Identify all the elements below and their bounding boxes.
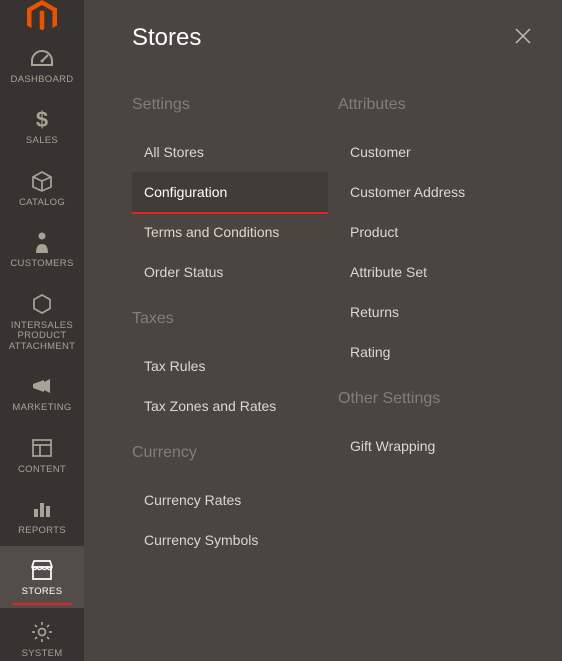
nav-label: STORES [20,587,65,597]
nav-catalog[interactable]: CATALOG [0,157,84,218]
section-heading-attributes: Attributes [338,96,534,114]
menu-link-rating[interactable]: Rating [338,332,534,372]
dollar-icon: $ [33,106,51,132]
menu-link-terms-and-conditions[interactable]: Terms and Conditions [132,212,328,252]
menu-link-order-status[interactable]: Order Status [132,252,328,292]
nav-customers[interactable]: CUSTOMERS [0,218,84,279]
stores-flyout-panel: Stores Settings All StoresConfigurationTe… [84,0,562,661]
hexagon-icon [31,291,53,317]
menu-link-all-stores[interactable]: All Stores [132,132,328,172]
nav-label: INTERSALES PRODUCT ATTACHMENT [0,321,84,352]
section-heading-taxes: Taxes [132,310,328,328]
nav-label: MARKETING [10,403,73,413]
megaphone-icon [30,373,54,399]
menu-link-customer-address[interactable]: Customer Address [338,172,534,212]
nav-label: CATALOG [17,198,67,208]
menu-link-returns[interactable]: Returns [338,292,534,332]
nav-label: CONTENT [16,465,68,475]
menu-link-tax-rules[interactable]: Tax Rules [132,346,328,386]
menu-link-product[interactable]: Product [338,212,534,252]
nav-label: REPORTS [16,526,68,536]
nav-reports[interactable]: REPORTS [0,485,84,546]
menu-link-gift-wrapping[interactable]: Gift Wrapping [338,426,534,466]
menu-link-currency-rates[interactable]: Currency Rates [132,480,328,520]
nav-label: CUSTOMERS [8,259,75,269]
menu-link-attribute-set[interactable]: Attribute Set [338,252,534,292]
nav-sales[interactable]: $ SALES [0,95,84,156]
nav-intersales-product-attachment[interactable]: INTERSALES PRODUCT ATTACHMENT [0,280,84,362]
nav-system[interactable]: SYSTEM [0,608,84,661]
panel-body: Settings All StoresConfigurationTerms and… [84,70,562,560]
nav-stores[interactable]: STORES [0,546,84,607]
menu-link-configuration[interactable]: Configuration [132,172,328,212]
admin-sidebar: DASHBOARD $ SALES CATALOG CUSTOMERS INTE… [0,0,84,661]
panel-col-right: Attributes CustomerCustomer AddressProduc… [338,78,534,560]
box-icon [31,168,53,194]
nav-label: SYSTEM [20,649,65,659]
bars-icon [31,496,53,522]
panel-col-left: Settings All StoresConfigurationTerms and… [132,78,328,560]
section-heading-settings: Settings [132,96,328,114]
magento-logo-icon [27,0,57,34]
layout-icon [31,435,53,461]
panel-title: Stores [132,24,201,52]
storefront-icon [30,557,54,583]
gauge-icon [30,45,54,71]
nav-content[interactable]: CONTENT [0,424,84,485]
nav-marketing[interactable]: MARKETING [0,362,84,423]
menu-link-tax-zones-and-rates[interactable]: Tax Zones and Rates [132,386,328,426]
menu-link-customer[interactable]: Customer [338,132,534,172]
section-heading-other-settings: Other Settings [338,390,534,408]
section-heading-currency: Currency [132,444,328,462]
close-button[interactable] [512,27,534,49]
nav-label: SALES [24,136,60,146]
app-root: DASHBOARD $ SALES CATALOG CUSTOMERS INTE… [0,0,562,661]
gear-icon [31,619,53,645]
person-icon [34,229,50,255]
close-icon [514,25,532,51]
nav-dashboard[interactable]: DASHBOARD [0,34,84,95]
nav-label: DASHBOARD [9,75,76,85]
panel-header: Stores [84,0,562,70]
magento-logo[interactable] [0,0,84,34]
svg-text:$: $ [36,107,48,131]
menu-link-currency-symbols[interactable]: Currency Symbols [132,520,328,560]
